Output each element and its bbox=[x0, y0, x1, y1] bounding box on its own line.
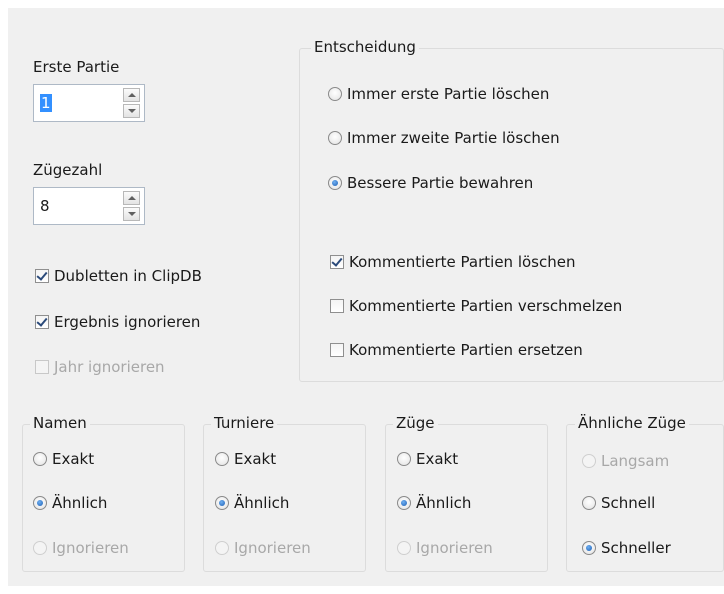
zuegezahl-up-button[interactable] bbox=[123, 191, 140, 205]
dubletten-checkbox[interactable]: Dubletten in ClipDB bbox=[35, 267, 202, 285]
radio-circle[interactable] bbox=[33, 496, 47, 510]
ergebnis-checkbox[interactable]: Ergebnis ignorieren bbox=[35, 313, 200, 331]
radio-label: Ähnlich bbox=[234, 494, 290, 512]
checkbox-label: Kommentierte Partien verschmelzen bbox=[349, 297, 623, 315]
radio-immer-zweite[interactable]: Immer zweite Partie löschen bbox=[328, 129, 560, 147]
radio-circle[interactable] bbox=[397, 452, 411, 466]
langsam-radio: Langsam bbox=[582, 452, 669, 470]
zuege-aehnlich-radio[interactable]: Ähnlich bbox=[397, 494, 471, 512]
zuegezahl-spinbox[interactable]: 8 bbox=[33, 187, 145, 225]
radio-circle bbox=[215, 541, 229, 555]
namen-ignorieren-radio: Ignorieren bbox=[33, 539, 129, 557]
radio-circle[interactable] bbox=[397, 496, 411, 510]
schnell-radio[interactable]: Schnell bbox=[582, 494, 655, 512]
radio-circle bbox=[33, 541, 47, 555]
radio-label: Schnell bbox=[601, 494, 656, 512]
zuegezahl-label: Zügezahl bbox=[33, 161, 103, 179]
ergebnis-label: Ergebnis ignorieren bbox=[54, 313, 201, 331]
kommentierte-loeschen-checkbox[interactable]: Kommentierte Partien löschen bbox=[330, 253, 575, 271]
arrow-down-icon bbox=[127, 212, 136, 216]
radio-circle[interactable] bbox=[215, 496, 229, 510]
jahr-label: Jahr ignorieren bbox=[54, 358, 165, 376]
radio-circle[interactable] bbox=[328, 176, 342, 190]
turniere-title: Turniere bbox=[211, 414, 278, 432]
radio-circle bbox=[582, 454, 596, 468]
erste-partie-value[interactable]: 1 bbox=[40, 94, 52, 112]
radio-label: Exakt bbox=[416, 450, 459, 468]
radio-circle[interactable] bbox=[328, 87, 342, 101]
namen-aehnlich-radio[interactable]: Ähnlich bbox=[33, 494, 107, 512]
checkbox-box[interactable] bbox=[35, 269, 49, 283]
jahr-checkbox: Jahr ignorieren bbox=[35, 358, 165, 376]
turniere-exakt-radio[interactable]: Exakt bbox=[215, 450, 276, 468]
radio-circle[interactable] bbox=[328, 131, 342, 145]
radio-circle bbox=[397, 541, 411, 555]
schneller-radio[interactable]: Schneller bbox=[582, 539, 671, 557]
kommentierte-verschmelzen-checkbox[interactable]: Kommentierte Partien verschmelzen bbox=[330, 297, 622, 315]
radio-circle[interactable] bbox=[215, 452, 229, 466]
kommentierte-ersetzen-checkbox[interactable]: Kommentierte Partien ersetzen bbox=[330, 341, 583, 359]
dubletten-label: Dubletten in ClipDB bbox=[54, 267, 202, 285]
checkbox-box[interactable] bbox=[330, 255, 344, 269]
radio-immer-erste[interactable]: Immer erste Partie löschen bbox=[328, 85, 549, 103]
checkbox-box[interactable] bbox=[330, 343, 344, 357]
turniere-aehnlich-radio[interactable]: Ähnlich bbox=[215, 494, 289, 512]
zuegezahl-value[interactable]: 8 bbox=[40, 197, 50, 215]
erste-partie-label: Erste Partie bbox=[33, 58, 120, 76]
radio-label: Ignorieren bbox=[52, 539, 129, 557]
radio-label: Ignorieren bbox=[234, 539, 311, 557]
radio-label: Ähnlich bbox=[52, 494, 108, 512]
turniere-ignorieren-radio: Ignorieren bbox=[215, 539, 311, 557]
erste-partie-spinbox[interactable]: 1 bbox=[33, 84, 145, 122]
radio-label: Ignorieren bbox=[416, 539, 493, 557]
arrow-up-icon bbox=[127, 93, 136, 97]
zuege-title: Züge bbox=[393, 414, 438, 432]
entscheidung-title: Entscheidung bbox=[311, 38, 419, 56]
radio-circle[interactable] bbox=[582, 496, 596, 510]
radio-label: Immer zweite Partie löschen bbox=[347, 129, 560, 147]
checkbox-box[interactable] bbox=[35, 315, 49, 329]
aehnliche-zuege-title: Ähnliche Züge bbox=[575, 414, 689, 432]
radio-label: Exakt bbox=[234, 450, 277, 468]
namen-title: Namen bbox=[30, 414, 90, 432]
radio-label: Ähnlich bbox=[416, 494, 472, 512]
namen-exakt-radio[interactable]: Exakt bbox=[33, 450, 94, 468]
checkbox-box bbox=[35, 360, 49, 374]
zuege-ignorieren-radio: Ignorieren bbox=[397, 539, 493, 557]
radio-label: Schneller bbox=[601, 539, 671, 557]
arrow-up-icon bbox=[127, 196, 136, 200]
erste-partie-up-button[interactable] bbox=[123, 88, 140, 102]
arrow-down-icon bbox=[127, 109, 136, 113]
zuegezahl-down-button[interactable] bbox=[123, 207, 140, 221]
checkbox-label: Kommentierte Partien ersetzen bbox=[349, 341, 583, 359]
checkbox-label: Kommentierte Partien löschen bbox=[349, 253, 576, 271]
zuege-exakt-radio[interactable]: Exakt bbox=[397, 450, 458, 468]
erste-partie-down-button[interactable] bbox=[123, 104, 140, 118]
radio-circle[interactable] bbox=[582, 541, 596, 555]
radio-label: Bessere Partie bewahren bbox=[347, 174, 534, 192]
radio-circle[interactable] bbox=[33, 452, 47, 466]
radio-label: Langsam bbox=[601, 452, 670, 470]
radio-bessere-partie[interactable]: Bessere Partie bewahren bbox=[328, 174, 533, 192]
radio-label: Exakt bbox=[52, 450, 95, 468]
checkbox-box[interactable] bbox=[330, 299, 344, 313]
radio-label: Immer erste Partie löschen bbox=[347, 85, 550, 103]
